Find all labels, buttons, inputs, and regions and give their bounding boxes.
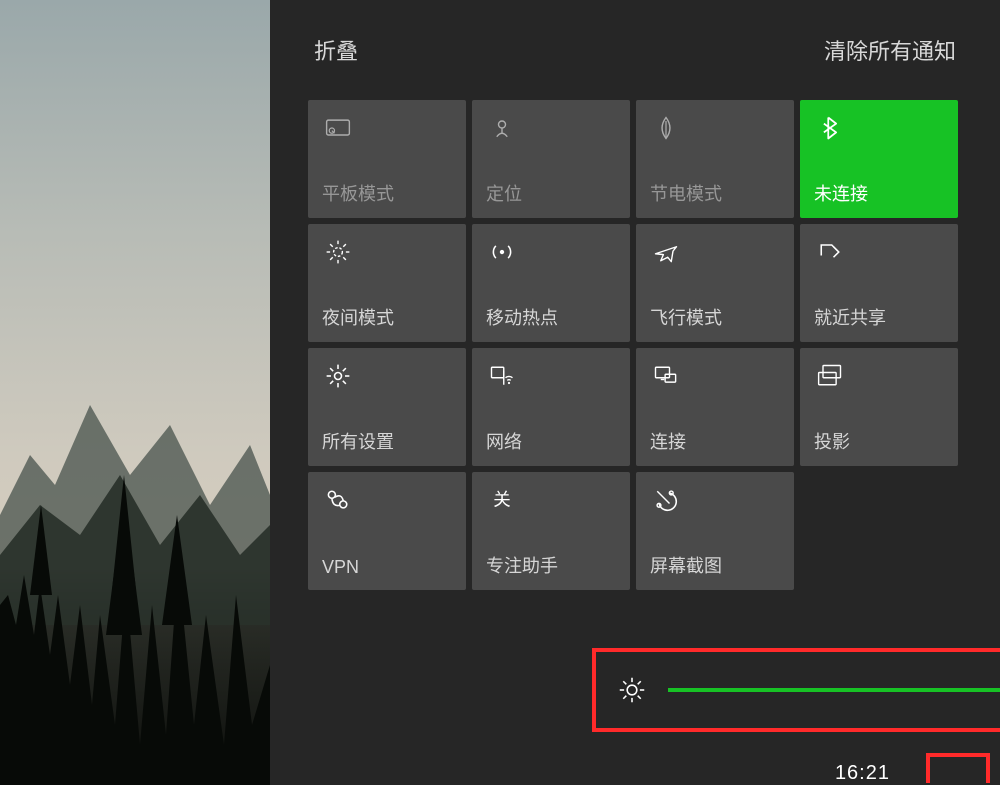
desktop-wallpaper (0, 0, 270, 785)
tile-label: 专注助手 (486, 552, 558, 578)
hotspot-icon (486, 236, 518, 268)
tile-bluetooth[interactable]: 未连接 (800, 100, 958, 218)
tile-screenshot[interactable]: 屏幕截图 (636, 472, 794, 590)
tile-label: 节电模式 (650, 180, 722, 206)
tablet-icon (322, 112, 354, 144)
tile-label: 定位 (486, 180, 522, 206)
tile-settings[interactable]: 所有设置 (308, 348, 466, 466)
svg-text:关: 关 (493, 489, 511, 509)
tile-label: 所有设置 (322, 428, 394, 454)
project-icon (814, 360, 846, 392)
airplane-icon (650, 236, 682, 268)
tile-vpn[interactable]: VPN (308, 472, 466, 590)
focus-icon: 关 (486, 484, 518, 516)
quick-action-tiles: 平板模式 定位 节电模式 未连接夜间模式 移动热点 飞行模式 就近共享所有设置 网络 连接 投影 V… (270, 100, 1000, 590)
tile-label: 未连接 (814, 180, 868, 206)
tile-network[interactable]: 网络 (472, 348, 630, 466)
tile-airplane[interactable]: 飞行模式 (636, 224, 794, 342)
leaf-icon (650, 112, 682, 144)
vpn-icon (322, 484, 354, 516)
tile-location[interactable]: 定位 (472, 100, 630, 218)
collapse-button[interactable]: 折叠 (314, 34, 358, 66)
tile-label: 飞行模式 (650, 304, 722, 330)
brightness-icon (614, 672, 650, 708)
night-light-icon (322, 236, 354, 268)
brightness-slider[interactable] (668, 670, 1000, 710)
network-icon (486, 360, 518, 392)
tile-label: 屏幕截图 (650, 552, 722, 578)
gear-icon (322, 360, 354, 392)
tile-project[interactable]: 投影 (800, 348, 958, 466)
tile-battery-saver[interactable]: 节电模式 (636, 100, 794, 218)
action-center-header: 折叠 清除所有通知 (270, 0, 1000, 100)
tile-tablet-mode[interactable]: 平板模式 (308, 100, 466, 218)
tile-label: 夜间模式 (322, 304, 394, 330)
taskbar-clock: 16:21 (835, 762, 890, 785)
wallpaper-trees (0, 425, 270, 785)
tile-label: 就近共享 (814, 304, 886, 330)
clear-notifications-button[interactable]: 清除所有通知 (824, 34, 956, 66)
share-icon (814, 236, 846, 268)
action-center-panel: 折叠 清除所有通知 平板模式 定位 节电模式 未连接夜间模式 移动热点 飞行模式 就近共享所… (270, 0, 1000, 785)
tile-night-light[interactable]: 夜间模式 (308, 224, 466, 342)
tile-label: 连接 (650, 428, 686, 454)
tile-label: 平板模式 (322, 180, 394, 206)
tile-label: 投影 (814, 428, 850, 454)
bluetooth-icon (814, 112, 846, 144)
location-icon (486, 112, 518, 144)
tile-label: 移动热点 (486, 304, 558, 330)
tile-hotspot[interactable]: 移动热点 (472, 224, 630, 342)
tile-connect[interactable]: 连接 (636, 348, 794, 466)
brightness-slider-highlighted (592, 648, 1000, 732)
snip-icon (650, 484, 682, 516)
tile-label: VPN (322, 557, 359, 578)
tile-near-share[interactable]: 就近共享 (800, 224, 958, 342)
tile-label: 网络 (486, 428, 522, 454)
connect-icon (650, 360, 682, 392)
taskbar-action-center-icon-highlighted[interactable] (926, 753, 990, 783)
tile-focus-assist[interactable]: 关专注助手 (472, 472, 630, 590)
